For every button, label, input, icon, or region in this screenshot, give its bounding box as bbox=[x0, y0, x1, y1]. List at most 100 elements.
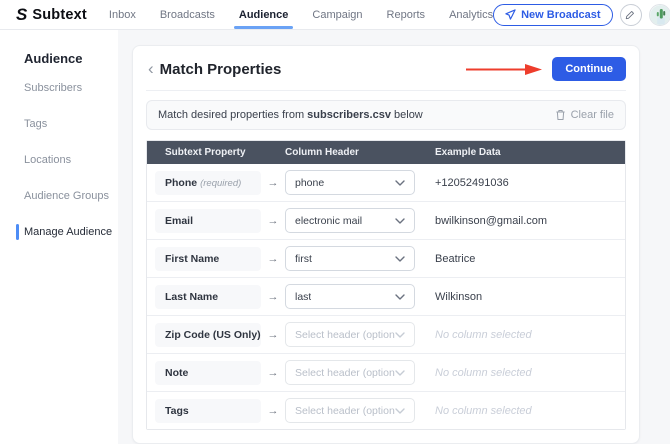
column-header-select[interactable]: Select header (optional) bbox=[285, 398, 415, 423]
chevron-down-icon bbox=[395, 408, 405, 414]
property-label: Zip Code (US Only) bbox=[155, 323, 261, 347]
nav-item-audience[interactable]: Audience bbox=[239, 0, 289, 29]
property-name: Note bbox=[165, 367, 188, 379]
nav-item-broadcasts[interactable]: Broadcasts bbox=[160, 0, 215, 29]
property-name: Zip Code (US Only) bbox=[165, 329, 261, 341]
column-header-select[interactable]: phone bbox=[285, 170, 415, 195]
property-label: First Name bbox=[155, 247, 261, 271]
pencil-icon bbox=[625, 9, 636, 20]
chevron-down-icon bbox=[395, 332, 405, 338]
table-header: Subtext Property Column Header Example D… bbox=[147, 141, 625, 164]
property-name: Last Name bbox=[165, 291, 218, 303]
example-data: No column selected bbox=[415, 405, 617, 417]
clear-file-button[interactable]: Clear file bbox=[555, 109, 614, 121]
arrow-right-icon: → bbox=[261, 367, 285, 379]
chevron-down-icon bbox=[395, 370, 405, 376]
chevron-down-icon bbox=[395, 180, 405, 186]
arrow-right-icon: → bbox=[261, 253, 285, 265]
arrow-right-icon: → bbox=[261, 215, 285, 227]
property-name: First Name bbox=[165, 253, 219, 265]
compose-button[interactable] bbox=[620, 4, 642, 26]
sidebar-item-tags[interactable]: Tags bbox=[0, 106, 118, 142]
sidebar-item-locations[interactable]: Locations bbox=[0, 142, 118, 178]
property-name: Email bbox=[165, 215, 193, 227]
clear-file-label: Clear file bbox=[571, 109, 614, 121]
nav-item-inbox[interactable]: Inbox bbox=[109, 0, 136, 29]
arrow-right-icon: → bbox=[261, 405, 285, 417]
table-body: Phone(required) → phone +12052491036 Ema… bbox=[147, 164, 625, 429]
select-value: electronic mail bbox=[295, 215, 362, 227]
card-header: ‹ Match Properties Continue bbox=[146, 57, 626, 81]
example-data: Wilkinson bbox=[415, 291, 617, 303]
nav-item-reports[interactable]: Reports bbox=[387, 0, 426, 29]
column-header-select[interactable]: Select header (optional) bbox=[285, 322, 415, 347]
property-note: (required) bbox=[200, 178, 241, 189]
sidebar-item-manage-audience[interactable]: Manage Audience bbox=[0, 214, 118, 250]
property-label: Note bbox=[155, 361, 261, 385]
avatar[interactable] bbox=[649, 4, 670, 26]
column-header-select[interactable]: last bbox=[285, 284, 415, 309]
arrow-right-icon: → bbox=[261, 177, 285, 189]
file-name: subscribers.csv bbox=[307, 109, 391, 121]
nav-item-analytics[interactable]: Analytics bbox=[449, 0, 493, 29]
chevron-down-icon bbox=[395, 218, 405, 224]
chevron-down-icon bbox=[395, 256, 405, 262]
annotation-arrow bbox=[465, 63, 543, 76]
sidebar-item-subscribers[interactable]: Subscribers bbox=[0, 70, 118, 106]
select-value: Select header (optional) bbox=[295, 405, 395, 417]
col-header-column-header: Column Header bbox=[285, 147, 415, 158]
top-nav: S Subtext Inbox Broadcasts Audience Campaig… bbox=[0, 0, 670, 30]
send-icon bbox=[505, 9, 516, 20]
page-title: Match Properties bbox=[160, 61, 282, 78]
property-label: Tags bbox=[155, 399, 261, 423]
table-row: Zip Code (US Only) → Select header (opti… bbox=[147, 316, 625, 354]
column-header-select[interactable]: first bbox=[285, 246, 415, 271]
new-broadcast-label: New Broadcast bbox=[521, 9, 600, 21]
example-data: Beatrice bbox=[415, 253, 617, 265]
sidebar-item-audience-groups[interactable]: Audience Groups bbox=[0, 178, 118, 214]
back-chevron-icon: ‹ bbox=[148, 59, 154, 78]
main-area: ‹ Match Properties Continue Match desire… bbox=[118, 30, 670, 444]
select-value: first bbox=[295, 253, 312, 265]
sidebar-title: Audience bbox=[0, 30, 118, 70]
arrow-right-icon: → bbox=[261, 291, 285, 303]
column-header-select[interactable]: electronic mail bbox=[285, 208, 415, 233]
logo-text: Subtext bbox=[32, 7, 87, 23]
property-name: Tags bbox=[165, 405, 189, 417]
sidebar: Audience SubscribersTagsLocationsAudienc… bbox=[0, 30, 118, 444]
cactus-avatar-icon bbox=[650, 5, 670, 26]
col-header-subtext-property: Subtext Property bbox=[155, 147, 261, 158]
nav-right: New Broadcast bbox=[493, 4, 670, 26]
col-header-example-data: Example Data bbox=[415, 147, 617, 158]
nav-item-campaign[interactable]: Campaign bbox=[312, 0, 362, 29]
column-header-select[interactable]: Select header (optional) bbox=[285, 360, 415, 385]
file-bar-text: Match desired properties from subscriber… bbox=[158, 109, 423, 121]
back-button[interactable]: ‹ bbox=[146, 60, 160, 79]
match-table: Subtext Property Column Header Example D… bbox=[146, 140, 626, 430]
arrow-right-icon: → bbox=[261, 329, 285, 341]
nav-items: Inbox Broadcasts Audience Campaign Reports An… bbox=[109, 0, 493, 29]
logo-icon: S bbox=[16, 6, 27, 23]
property-label: Last Name bbox=[155, 285, 261, 309]
sidebar-items: SubscribersTagsLocationsAudience GroupsM… bbox=[0, 70, 118, 250]
select-value: phone bbox=[295, 177, 324, 189]
header-divider bbox=[146, 90, 626, 91]
example-data: No column selected bbox=[415, 329, 617, 341]
trash-icon bbox=[555, 109, 566, 121]
example-data: +12052491036 bbox=[415, 177, 617, 189]
table-row: First Name → first Beatrice bbox=[147, 240, 625, 278]
select-value: last bbox=[295, 291, 311, 303]
table-row: Tags → Select header (optional) No colum… bbox=[147, 392, 625, 429]
example-data: bwilkinson@gmail.com bbox=[415, 215, 617, 227]
content-card: ‹ Match Properties Continue Match desire… bbox=[132, 45, 640, 444]
app-logo[interactable]: S Subtext bbox=[16, 6, 87, 23]
continue-button[interactable]: Continue bbox=[552, 57, 626, 81]
new-broadcast-button[interactable]: New Broadcast bbox=[493, 4, 612, 26]
property-label: Email bbox=[155, 209, 261, 233]
property-name: Phone bbox=[165, 177, 197, 189]
chevron-down-icon bbox=[395, 294, 405, 300]
table-row: Note → Select header (optional) No colum… bbox=[147, 354, 625, 392]
select-value: Select header (optional) bbox=[295, 367, 395, 379]
property-label: Phone(required) bbox=[155, 171, 261, 195]
example-data: No column selected bbox=[415, 367, 617, 379]
